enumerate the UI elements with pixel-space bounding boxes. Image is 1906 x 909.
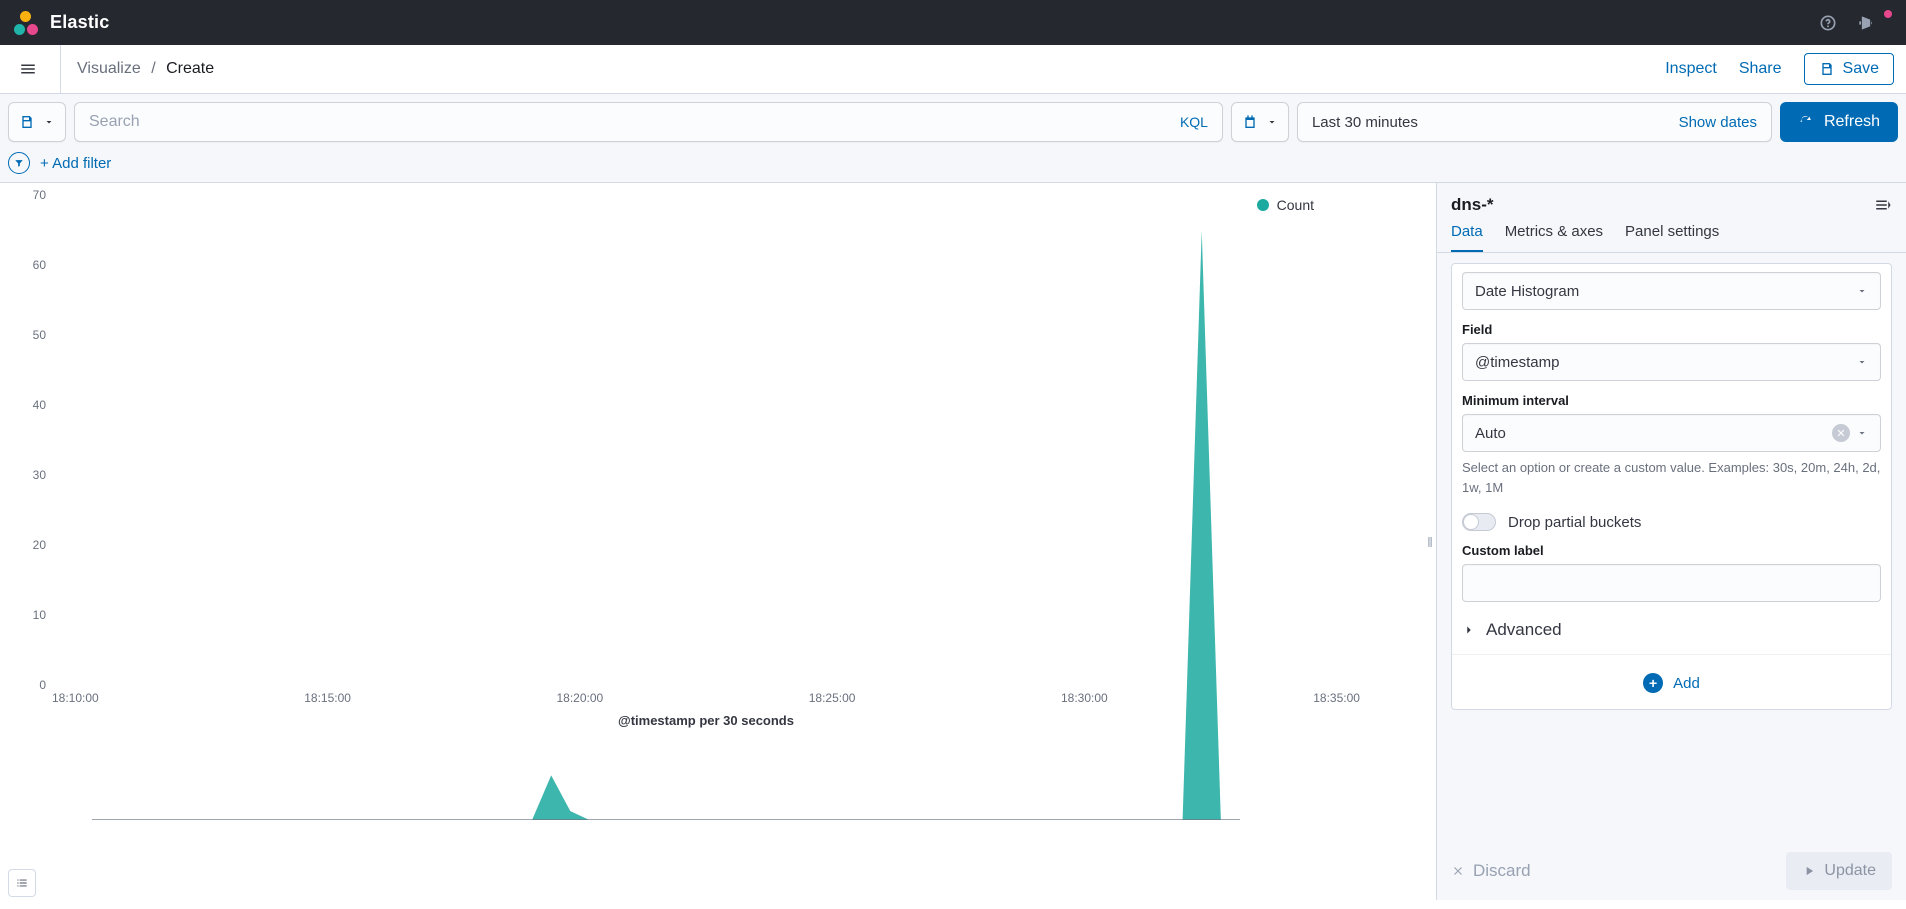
y-tick-label: 10 bbox=[16, 608, 46, 622]
update-label: Update bbox=[1824, 862, 1876, 880]
min-interval-value: Auto bbox=[1475, 425, 1506, 442]
close-icon bbox=[1451, 864, 1465, 878]
x-tick-label: 18:35:00 bbox=[1313, 691, 1360, 705]
global-header: Elastic bbox=[0, 0, 1906, 45]
brand-name[interactable]: Elastic bbox=[50, 12, 109, 33]
chevron-right-icon bbox=[1462, 623, 1476, 637]
search-input[interactable] bbox=[75, 103, 1166, 141]
y-tick-label: 70 bbox=[16, 188, 46, 202]
save-button[interactable]: Save bbox=[1804, 53, 1894, 85]
advanced-label: Advanced bbox=[1486, 620, 1562, 640]
field-label: Field bbox=[1462, 322, 1881, 337]
refresh-button[interactable]: Refresh bbox=[1780, 102, 1898, 142]
plus-icon: + bbox=[1643, 673, 1663, 693]
nav-toggle-button[interactable] bbox=[12, 53, 44, 85]
calendar-icon bbox=[1242, 114, 1258, 130]
chevron-down-icon bbox=[1856, 427, 1868, 439]
aggregation-select[interactable]: Date Histogram bbox=[1462, 272, 1881, 310]
tab-panel-settings[interactable]: Panel settings bbox=[1625, 223, 1719, 252]
time-range-text: Last 30 minutes bbox=[1298, 114, 1665, 131]
breadcrumb-current: Create bbox=[166, 60, 214, 77]
chevron-down-icon bbox=[43, 116, 55, 128]
field-value: @timestamp bbox=[1475, 354, 1559, 371]
chart-grid: 010203040506070 bbox=[52, 195, 1320, 685]
chevron-down-icon bbox=[1856, 285, 1868, 297]
saved-query-menu[interactable] bbox=[8, 102, 66, 142]
drop-partial-toggle[interactable] bbox=[1462, 513, 1496, 531]
chart-plot bbox=[92, 195, 1240, 820]
save-icon bbox=[1819, 61, 1835, 77]
tab-metrics-axes[interactable]: Metrics & axes bbox=[1505, 223, 1603, 252]
y-tick-label: 60 bbox=[16, 258, 46, 272]
notification-dot-icon bbox=[1884, 10, 1892, 18]
panel-options-icon[interactable] bbox=[1874, 196, 1892, 214]
drop-partial-label: Drop partial buckets bbox=[1508, 514, 1641, 531]
legend-toggle-button[interactable] bbox=[8, 869, 36, 897]
chevron-down-icon bbox=[1856, 356, 1868, 368]
show-dates-link[interactable]: Show dates bbox=[1665, 114, 1771, 131]
search-input-container: KQL bbox=[74, 102, 1223, 142]
filter-icon[interactable] bbox=[8, 152, 30, 174]
panel-tabs: Data Metrics & axes Panel settings bbox=[1437, 215, 1906, 253]
clear-icon[interactable]: ✕ bbox=[1832, 424, 1850, 442]
y-tick-label: 40 bbox=[16, 398, 46, 412]
kql-toggle[interactable]: KQL bbox=[1166, 114, 1222, 130]
elastic-logo-icon[interactable] bbox=[14, 11, 38, 35]
advanced-toggle[interactable]: Advanced bbox=[1462, 620, 1881, 640]
list-icon bbox=[15, 876, 29, 890]
min-interval-help: Select an option or create a custom valu… bbox=[1462, 458, 1881, 497]
help-icon[interactable] bbox=[1818, 13, 1838, 33]
aggregation-value: Date Histogram bbox=[1475, 283, 1579, 300]
update-button: Update bbox=[1786, 852, 1892, 890]
editor-sidepanel: dns-* Data Metrics & axes Panel settings… bbox=[1436, 183, 1906, 900]
tab-data[interactable]: Data bbox=[1451, 223, 1483, 252]
chevron-down-icon bbox=[1266, 116, 1278, 128]
min-interval-label: Minimum interval bbox=[1462, 393, 1881, 408]
share-link[interactable]: Share bbox=[1739, 60, 1782, 78]
resize-handle[interactable]: ‖ bbox=[1424, 183, 1436, 900]
add-label: Add bbox=[1673, 675, 1700, 692]
bucket-config-card: Date Histogram Field @timestamp Minimum … bbox=[1451, 263, 1892, 710]
custom-label-label: Custom label bbox=[1462, 543, 1881, 558]
chart-area: Count Count 010203040506070 18:10:0018:1… bbox=[0, 183, 1424, 900]
query-bar: KQL Last 30 minutes Show dates Refresh +… bbox=[0, 94, 1906, 183]
index-pattern-title: dns-* bbox=[1451, 195, 1494, 215]
save-button-label: Save bbox=[1843, 60, 1879, 78]
time-range-display[interactable]: Last 30 minutes Show dates bbox=[1297, 102, 1772, 142]
newsfeed-icon[interactable] bbox=[1856, 13, 1876, 33]
y-tick-label: 20 bbox=[16, 538, 46, 552]
y-axis-title: Count bbox=[0, 493, 2, 531]
breadcrumb: Visualize / Create bbox=[77, 60, 214, 78]
custom-label-input[interactable] bbox=[1462, 564, 1881, 602]
field-select[interactable]: @timestamp bbox=[1462, 343, 1881, 381]
breadcrumb-parent[interactable]: Visualize bbox=[77, 60, 141, 77]
y-tick-label: 0 bbox=[16, 678, 46, 692]
app-subheader: Visualize / Create Inspect Share Save bbox=[0, 45, 1906, 94]
refresh-label: Refresh bbox=[1824, 113, 1880, 131]
disk-icon bbox=[19, 114, 35, 130]
discard-label: Discard bbox=[1473, 861, 1531, 881]
y-tick-label: 30 bbox=[16, 468, 46, 482]
play-icon bbox=[1802, 864, 1816, 878]
add-bucket-button[interactable]: + Add bbox=[1452, 665, 1891, 701]
inspect-link[interactable]: Inspect bbox=[1665, 60, 1717, 78]
refresh-icon bbox=[1798, 114, 1814, 130]
y-tick-label: 50 bbox=[16, 328, 46, 342]
add-filter-link[interactable]: + Add filter bbox=[40, 155, 111, 172]
discard-button: Discard bbox=[1451, 861, 1531, 881]
date-picker-button[interactable] bbox=[1231, 102, 1289, 142]
min-interval-select[interactable]: Auto ✕ bbox=[1462, 414, 1881, 452]
main-content: Count Count 010203040506070 18:10:0018:1… bbox=[0, 183, 1906, 900]
